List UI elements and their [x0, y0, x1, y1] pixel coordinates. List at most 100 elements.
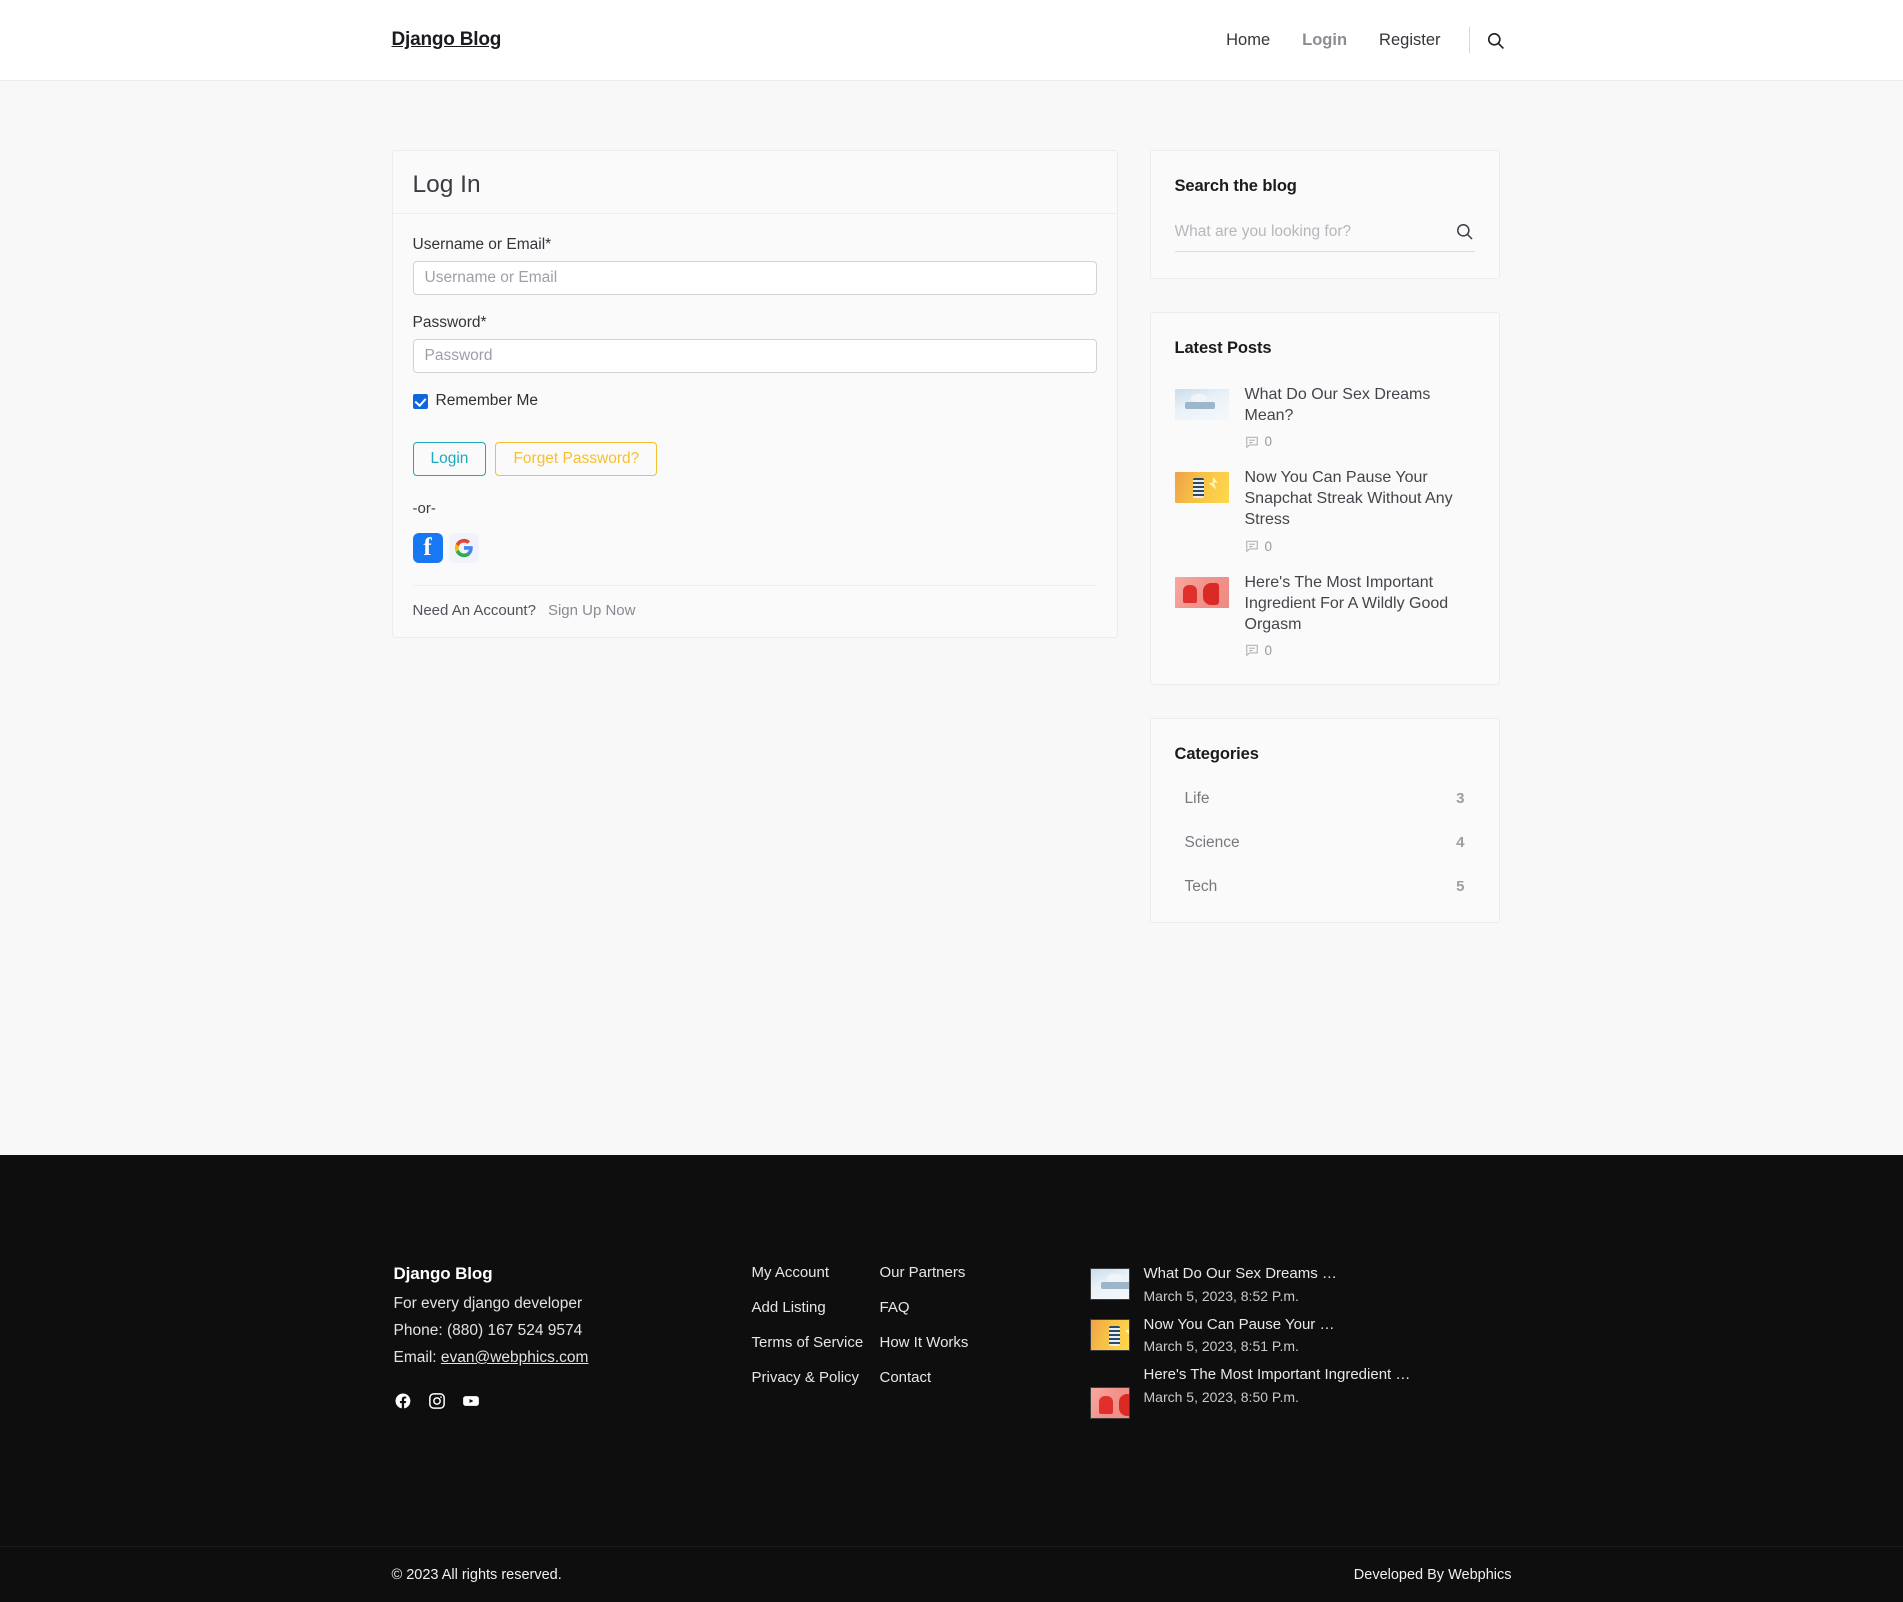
forget-password-button[interactable]: Forget Password? — [495, 442, 658, 476]
footer-links-column-1: My Account Add Listing Terms of Service … — [752, 1264, 880, 1430]
post-thumbnail — [1174, 472, 1229, 504]
youtube-icon[interactable] — [462, 1392, 480, 1410]
category-name[interactable]: Tech — [1185, 878, 1218, 896]
footer-brand-column: Django Blog For every django developer P… — [392, 1264, 752, 1430]
category-count: 5 — [1456, 878, 1465, 896]
footer-post-body: Here's The Most Important Ingredient … M… — [1144, 1365, 1411, 1405]
login-form: Username or Email* Password* Remember Me… — [393, 214, 1117, 586]
footer-tagline: For every django developer — [393, 1295, 583, 1312]
post-thumbnail — [1174, 576, 1229, 608]
footer-social-row — [394, 1392, 752, 1410]
instagram-icon[interactable] — [428, 1392, 446, 1410]
site-brand[interactable]: Django Blog — [392, 29, 502, 51]
list-item[interactable]: Tech 5 — [1175, 878, 1475, 896]
footer-link-our-partners[interactable]: Our Partners — [880, 1264, 1070, 1281]
footer-post-date: March 5, 2023, 8:50 P.m. — [1143, 1388, 1299, 1405]
comment-count: 0 — [1264, 434, 1273, 450]
list-item[interactable]: Here's The Most Important Ingredient For… — [1174, 572, 1475, 658]
footer-link-privacy-policy[interactable]: Privacy & Policy — [752, 1369, 880, 1386]
facebook-icon[interactable] — [394, 1392, 412, 1410]
social-login-row: f — [412, 533, 1097, 586]
list-item[interactable]: Life 3 — [1175, 790, 1475, 808]
post-thumbnail — [1174, 389, 1229, 420]
list-item[interactable]: Here's The Most Important Ingredient … M… — [1089, 1365, 1512, 1419]
copyright-text: © 2023 All rights reserved. — [391, 1567, 562, 1583]
footer-post-body: What Do Our Sex Dreams … March 5, 2023, … — [1144, 1264, 1337, 1304]
login-button[interactable]: Login — [412, 442, 487, 476]
footer-post-title[interactable]: Here's The Most Important Ingredient … — [1144, 1365, 1411, 1385]
login-card: Log In Username or Email* Password* Reme… — [391, 150, 1118, 638]
footer-phone-value: (880) 167 524 9574 — [446, 1322, 583, 1339]
footer-phone-label: Phone: — [393, 1322, 443, 1339]
sidebar-column: Search the blog Latest Posts What Do Our — [1149, 150, 1500, 956]
latest-posts-widget: Latest Posts What Do Our Sex Dreams Mean… — [1149, 312, 1500, 685]
username-input[interactable] — [412, 261, 1097, 295]
footer-post-date: March 5, 2023, 8:52 P.m. — [1143, 1287, 1299, 1304]
nav-divider — [1468, 27, 1470, 53]
post-title-link[interactable]: Here's The Most Important Ingredient For… — [1245, 572, 1475, 635]
sidebar-search-input[interactable] — [1174, 223, 1455, 241]
facebook-glyph: f — [423, 534, 432, 561]
category-count: 4 — [1456, 834, 1465, 852]
password-input[interactable] — [412, 339, 1097, 373]
footer-link-my-account[interactable]: My Account — [752, 1264, 880, 1281]
category-name[interactable]: Science — [1185, 834, 1240, 852]
footer-post-title[interactable]: What Do Our Sex Dreams … — [1144, 1264, 1337, 1284]
list-item[interactable]: Now You Can Pause Your Snapchat Streak W… — [1174, 467, 1475, 554]
post-title-link[interactable]: Now You Can Pause Your Snapchat Streak W… — [1245, 467, 1475, 530]
footer-link-terms-of-service[interactable]: Terms of Service — [752, 1334, 880, 1351]
header-search-icon[interactable] — [1484, 28, 1508, 52]
google-g-glyph — [454, 538, 473, 558]
post-title-link[interactable]: What Do Our Sex Dreams Mean? — [1245, 384, 1475, 426]
list-item[interactable]: Science 4 — [1175, 834, 1475, 852]
category-name[interactable]: Life — [1185, 790, 1210, 808]
post-meta: 0 — [1245, 434, 1475, 449]
footer-link-add-listing[interactable]: Add Listing — [752, 1299, 880, 1316]
username-label: Username or Email* — [412, 236, 552, 253]
footer-brand-title: Django Blog — [393, 1264, 493, 1283]
footer-link-contact[interactable]: Contact — [880, 1369, 1070, 1386]
categories-widget: Categories Life 3 Science 4 Tech 5 — [1149, 717, 1500, 923]
remember-me-label: Remember Me — [435, 392, 539, 409]
page-root: Django Blog Home Login Register Log In U… — [0, 0, 1903, 1602]
post-meta: 0 — [1245, 539, 1475, 554]
comment-count: 0 — [1264, 642, 1273, 658]
google-login-icon[interactable] — [448, 533, 479, 563]
footer-phone-row: Phone: (880) 167 524 9574 — [394, 1322, 752, 1340]
footer-links-column-2: Our Partners FAQ How It Works Contact — [880, 1264, 1070, 1430]
remember-me-row[interactable]: Remember Me — [412, 392, 1097, 410]
footer-bottom-inner: © 2023 All rights reserved. Developed By… — [392, 1547, 1512, 1602]
list-item[interactable]: What Do Our Sex Dreams Mean? 0 — [1174, 384, 1475, 449]
need-account-text: Need An Account? — [412, 602, 536, 619]
main-area: Log In Username or Email* Password* Reme… — [391, 81, 1512, 956]
remember-me-checkbox[interactable] — [412, 393, 428, 409]
footer-link-how-it-works[interactable]: How It Works — [880, 1334, 1070, 1351]
categories-title: Categories — [1174, 744, 1259, 763]
password-label: Password* — [412, 314, 487, 331]
footer-post-thumbnail — [1089, 1387, 1130, 1419]
footer-bottom-bar: © 2023 All rights reserved. Developed By… — [0, 1546, 1903, 1602]
footer-link-faq[interactable]: FAQ — [880, 1299, 1070, 1316]
list-item[interactable]: What Do Our Sex Dreams … March 5, 2023, … — [1089, 1264, 1512, 1304]
comment-count: 0 — [1264, 538, 1273, 554]
footer-email-link[interactable]: evan@webphics.com — [441, 1349, 589, 1366]
list-item[interactable]: Now You Can Pause Your … March 5, 2023, … — [1089, 1315, 1512, 1354]
footer-inner: Django Blog For every django developer P… — [392, 1155, 1512, 1430]
post-body: Here's The Most Important Ingredient For… — [1245, 572, 1475, 658]
nav-item-register[interactable]: Register — [1363, 31, 1456, 50]
main-nav: Home Login Register — [1210, 27, 1511, 53]
nav-item-home[interactable]: Home — [1210, 31, 1286, 50]
footer-post-title[interactable]: Now You Can Pause Your … — [1144, 1315, 1335, 1335]
footer-post-date: March 5, 2023, 8:51 P.m. — [1143, 1338, 1299, 1354]
facebook-login-icon[interactable]: f — [412, 533, 443, 563]
site-header: Django Blog Home Login Register — [0, 0, 1903, 81]
login-title: Log In — [392, 151, 1117, 214]
signup-link[interactable]: Sign Up Now — [548, 602, 636, 619]
post-body: What Do Our Sex Dreams Mean? 0 — [1245, 384, 1475, 449]
latest-posts-title: Latest Posts — [1174, 339, 1272, 357]
login-button-row: Login Forget Password? — [412, 442, 1097, 476]
nav-item-login[interactable]: Login — [1286, 31, 1363, 50]
footer-email-row: Email: evan@webphics.com — [394, 1349, 752, 1367]
sidebar-search-icon[interactable] — [1455, 222, 1475, 242]
comment-icon — [1245, 436, 1258, 449]
